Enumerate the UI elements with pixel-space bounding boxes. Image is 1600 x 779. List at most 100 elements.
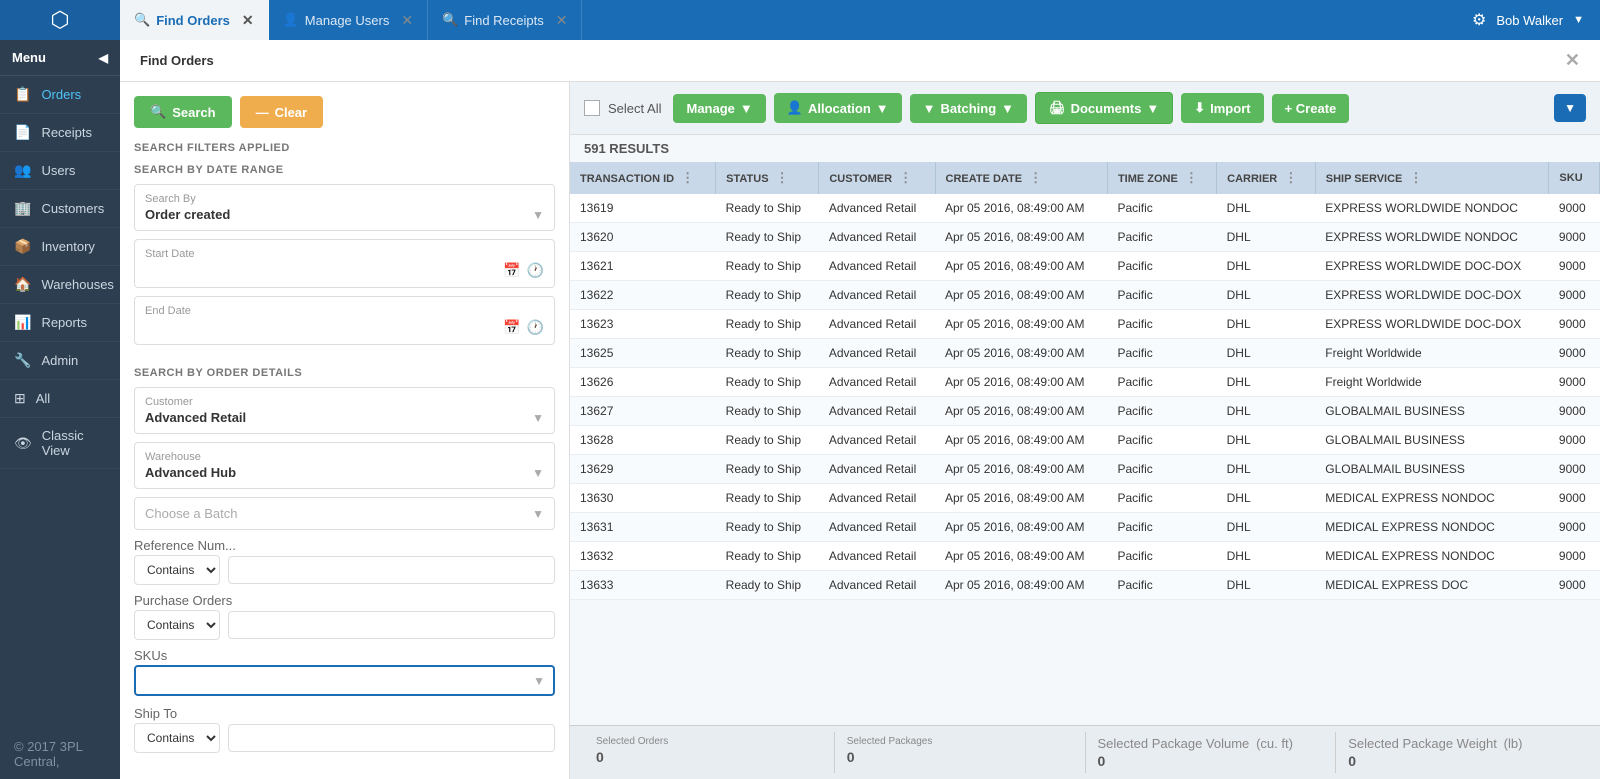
- find-receipts-tab-close[interactable]: ✕: [556, 12, 568, 29]
- cell-status: Ready to Ship: [716, 310, 819, 339]
- sidebar-item-inventory[interactable]: 📦 Inventory: [0, 228, 120, 266]
- ship-to-input[interactable]: [228, 724, 555, 752]
- col-customer[interactable]: CUSTOMER ⋮: [819, 162, 935, 194]
- col-menu-icon[interactable]: ⋮: [1409, 170, 1422, 185]
- documents-button[interactable]: 🖨 Documents ▼: [1035, 92, 1173, 124]
- toolbar: Select All Manage ▼ 👤 Allocation ▼ ▼ Bat…: [570, 82, 1600, 135]
- tab-find-receipts[interactable]: 🔍 Find Receipts ✕: [428, 0, 582, 40]
- sidebar-item-classic-view[interactable]: 👁 Classic View: [0, 418, 120, 469]
- clear-button[interactable]: — Clear: [240, 96, 324, 128]
- sidebar-toggle[interactable]: Menu ◀: [0, 40, 120, 76]
- table-row[interactable]: 13632 Ready to Ship Advanced Retail Apr …: [570, 542, 1600, 571]
- ship-to-filter-select[interactable]: Contains: [134, 723, 220, 753]
- table-row[interactable]: 13622 Ready to Ship Advanced Retail Apr …: [570, 281, 1600, 310]
- sku-input[interactable]: [144, 673, 533, 688]
- cell-ship-service: MEDICAL EXPRESS DOC: [1315, 571, 1549, 600]
- col-menu-icon[interactable]: ⋮: [681, 170, 694, 185]
- table-wrapper[interactable]: TRANSACTION ID ⋮ STATUS ⋮ CUSTOMER ⋮ CRE…: [570, 162, 1600, 725]
- table-row[interactable]: 13623 Ready to Ship Advanced Retail Apr …: [570, 310, 1600, 339]
- manage-button[interactable]: Manage ▼: [673, 94, 765, 123]
- end-date-time-icon[interactable]: 🕐: [527, 319, 544, 336]
- sidebar-item-orders[interactable]: 📋 Orders: [0, 76, 120, 114]
- manage-users-tab-close[interactable]: ✕: [401, 12, 413, 29]
- purchase-filter-select[interactable]: Contains: [134, 610, 220, 640]
- tab-find-orders[interactable]: 🔍 Find Orders ✕: [120, 0, 269, 40]
- inner-layout: 🔍 Search — Clear SEARCH FILTERS APPLIED …: [120, 82, 1600, 779]
- end-date-input[interactable]: [145, 320, 497, 335]
- sidebar-item-receipts[interactable]: 📄 Receipts: [0, 114, 120, 152]
- bottom-bar: Selected Orders 0 Selected Packages 0 Se…: [570, 725, 1600, 779]
- col-timezone[interactable]: TIME ZONE ⋮: [1107, 162, 1216, 194]
- col-menu-icon[interactable]: ⋮: [1185, 170, 1198, 185]
- sidebar-item-warehouses[interactable]: 🏠 Warehouses: [0, 266, 120, 304]
- table-row[interactable]: 13627 Ready to Ship Advanced Retail Apr …: [570, 397, 1600, 426]
- import-button[interactable]: ⬇ Import: [1181, 93, 1263, 123]
- table-row[interactable]: 13620 Ready to Ship Advanced Retail Apr …: [570, 223, 1600, 252]
- col-sku[interactable]: SKU: [1549, 162, 1600, 194]
- cell-timezone: Pacific: [1107, 484, 1216, 513]
- search-by-select[interactable]: Order created: [145, 207, 544, 222]
- sidebar-item-users[interactable]: 👥 Users: [0, 152, 120, 190]
- start-date-calendar-icon[interactable]: 📅: [503, 262, 520, 279]
- customer-select[interactable]: Advanced Retail: [145, 410, 544, 425]
- cell-customer: Advanced Retail: [819, 281, 935, 310]
- cell-status: Ready to Ship: [716, 455, 819, 484]
- sidebar-item-admin[interactable]: 🔧 Admin: [0, 342, 120, 380]
- purchase-input[interactable]: [228, 611, 555, 639]
- end-date-calendar-icon[interactable]: 📅: [503, 319, 520, 336]
- search-button[interactable]: 🔍 Search: [134, 96, 232, 128]
- page-title: Find Orders: [140, 53, 214, 68]
- col-ship-service[interactable]: SHIP SERVICE ⋮: [1315, 162, 1549, 194]
- table-row[interactable]: 13619 Ready to Ship Advanced Retail Apr …: [570, 194, 1600, 223]
- table-row[interactable]: 13625 Ready to Ship Advanced Retail Apr …: [570, 339, 1600, 368]
- tab-manage-users[interactable]: 👤 Manage Users ✕: [269, 0, 428, 40]
- select-all-checkbox[interactable]: [584, 100, 600, 116]
- batching-button[interactable]: ▼ Batching ▼: [910, 94, 1027, 123]
- find-orders-tab-close[interactable]: ✕: [242, 12, 254, 29]
- create-button[interactable]: + Create: [1272, 94, 1350, 123]
- page-close-icon[interactable]: ✕: [1565, 50, 1580, 71]
- cell-transaction-id: 13633: [570, 571, 716, 600]
- selected-volume-label: Selected Package Volume (cu. ft): [1098, 736, 1324, 751]
- tabs-area: 🔍 Find Orders ✕ 👤 Manage Users ✕ 🔍 Find …: [120, 0, 1472, 40]
- warehouse-select[interactable]: Advanced Hub: [145, 465, 544, 480]
- col-create-date[interactable]: CREATE DATE ⋮: [935, 162, 1107, 194]
- col-menu-icon[interactable]: ⋮: [1284, 170, 1297, 185]
- sidebar-item-reports[interactable]: 📊 Reports: [0, 304, 120, 342]
- reference-input[interactable]: [228, 556, 555, 584]
- batch-select[interactable]: Choose a Batch: [145, 506, 544, 521]
- sku-dropdown-icon[interactable]: ▼: [533, 674, 545, 688]
- cell-ship-service: Freight Worldwide: [1315, 339, 1549, 368]
- selected-packages-stat: Selected Packages 0: [835, 732, 1086, 773]
- start-date-input[interactable]: [145, 263, 497, 278]
- admin-icon: 🔧: [14, 352, 31, 369]
- user-name[interactable]: Bob Walker: [1496, 13, 1563, 28]
- cell-timezone: Pacific: [1107, 426, 1216, 455]
- col-menu-icon[interactable]: ⋮: [776, 170, 789, 185]
- col-transaction-id[interactable]: TRANSACTION ID ⋮: [570, 162, 716, 194]
- col-carrier[interactable]: CARRIER ⋮: [1217, 162, 1316, 194]
- sidebar-item-customers[interactable]: 🏢 Customers: [0, 190, 120, 228]
- reference-filter-select[interactable]: Contains: [134, 555, 220, 585]
- allocation-button[interactable]: 👤 Allocation ▼: [774, 93, 902, 123]
- col-status[interactable]: STATUS ⋮: [716, 162, 819, 194]
- cell-timezone: Pacific: [1107, 223, 1216, 252]
- table-row[interactable]: 13628 Ready to Ship Advanced Retail Apr …: [570, 426, 1600, 455]
- end-date-label: End Date: [145, 305, 544, 317]
- table-row[interactable]: 13631 Ready to Ship Advanced Retail Apr …: [570, 513, 1600, 542]
- col-menu-icon[interactable]: ⋮: [899, 170, 912, 185]
- table-row[interactable]: 13633 Ready to Ship Advanced Retail Apr …: [570, 571, 1600, 600]
- sku-box: ▼: [134, 665, 555, 696]
- sidebar-item-all[interactable]: ⊞ All: [0, 380, 120, 418]
- dropdown-button[interactable]: ▼: [1554, 94, 1586, 122]
- gear-icon[interactable]: ⚙: [1472, 10, 1486, 30]
- user-dropdown-icon[interactable]: ▼: [1573, 14, 1584, 26]
- sidebar-collapse-icon[interactable]: ◀: [99, 51, 108, 65]
- table-row[interactable]: 13630 Ready to Ship Advanced Retail Apr …: [570, 484, 1600, 513]
- col-menu-icon[interactable]: ⋮: [1029, 170, 1042, 185]
- table-row[interactable]: 13629 Ready to Ship Advanced Retail Apr …: [570, 455, 1600, 484]
- table-row[interactable]: 13621 Ready to Ship Advanced Retail Apr …: [570, 252, 1600, 281]
- cell-transaction-id: 13628: [570, 426, 716, 455]
- start-date-time-icon[interactable]: 🕐: [527, 262, 544, 279]
- table-row[interactable]: 13626 Ready to Ship Advanced Retail Apr …: [570, 368, 1600, 397]
